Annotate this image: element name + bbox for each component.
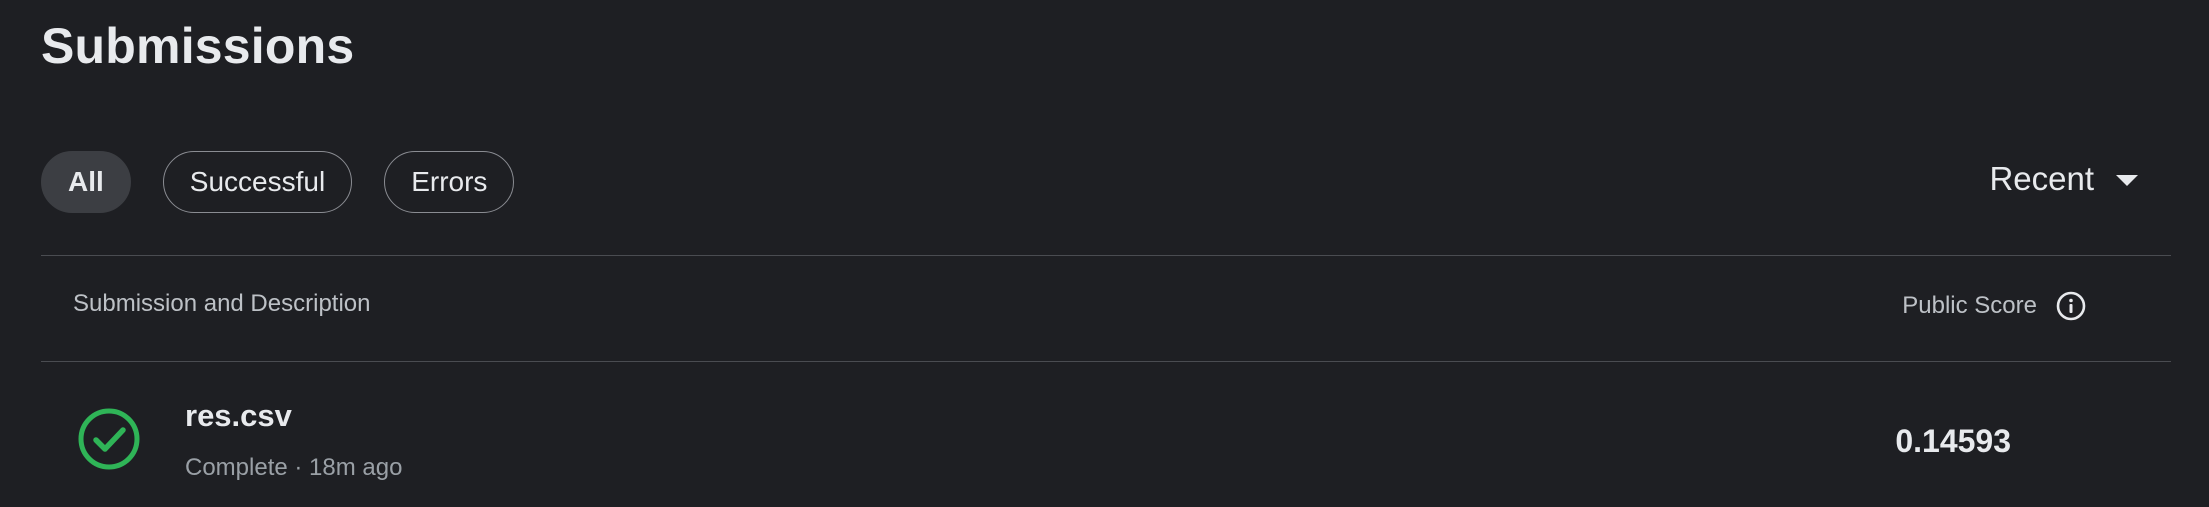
column-header-submission: Submission and Description (73, 290, 371, 317)
submission-time: 18m ago (309, 454, 403, 481)
check-circle-icon (78, 408, 140, 470)
filter-all-chip[interactable]: All (41, 151, 131, 213)
public-score: 0.14593 (1895, 423, 2011, 459)
table-row: res.csv Complete · 18m ago 0.14593 (41, 362, 2171, 507)
submissions-page: Submissions All Successful Errors Recent… (0, 0, 2209, 507)
submission-file-link[interactable]: res.csv (185, 398, 292, 434)
page-title: Submissions (41, 18, 355, 74)
submission-meta: Complete · 18m ago (185, 454, 402, 482)
sort-label: Recent (1989, 160, 2094, 197)
caret-down-icon (2116, 175, 2138, 186)
filter-errors-chip[interactable]: Errors (384, 151, 515, 213)
column-header-score: Public Score (1902, 290, 2087, 322)
submission-status: Complete (185, 454, 288, 481)
column-header-score-label: Public Score (1902, 292, 2037, 319)
meta-separator: · (287, 454, 310, 481)
filter-chips: All Successful Errors (41, 151, 515, 213)
divider (41, 255, 2171, 256)
info-icon[interactable] (2055, 290, 2087, 322)
sort-dropdown[interactable]: Recent (1989, 160, 2138, 198)
filter-successful-chip[interactable]: Successful (162, 151, 353, 213)
